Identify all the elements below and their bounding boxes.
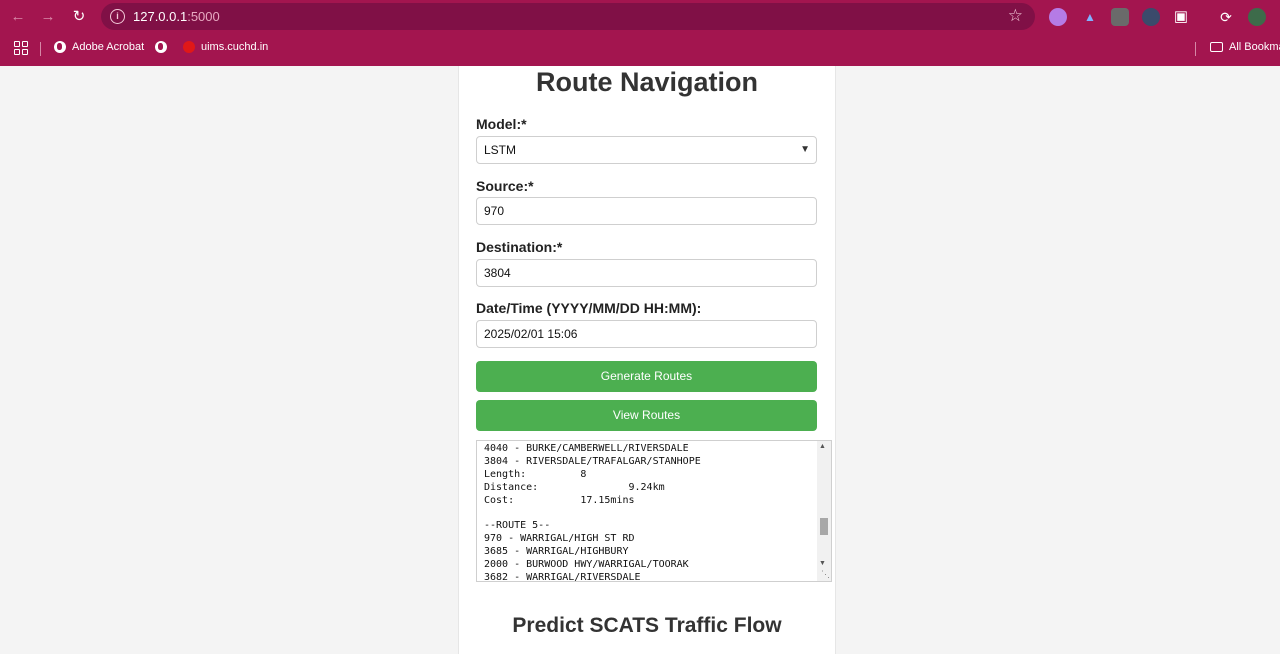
bookmarks-bar: Adobe Acrobat uims.cuchd.in All Bookma — [0, 33, 1280, 66]
chevron-down-icon: ▼ — [800, 144, 810, 155]
bookmark-uims[interactable]: uims.cuchd.in — [183, 41, 268, 53]
site-info-icon[interactable]: i — [110, 9, 125, 24]
browser-toolbar: ← → ↻ i 127.0.0.1:5000 ☆ ▲ ▣ ⟳ — [0, 0, 1280, 33]
page-title: Route Navigation — [535, 67, 758, 97]
bookmark-adobe-acrobat[interactable]: Adobe Acrobat — [54, 41, 144, 53]
view-routes-button[interactable]: View Routes — [476, 400, 817, 431]
sync-icon[interactable]: ⟳ — [1217, 8, 1235, 26]
reload-icon[interactable]: ↻ — [68, 6, 90, 28]
bookmarks-separator — [40, 42, 41, 56]
route-navigation-panel: Route Navigation Model:* LSTM ▼ Source:*… — [458, 66, 836, 654]
folder-icon — [1210, 42, 1223, 52]
globe-icon — [54, 41, 66, 53]
model-select[interactable]: LSTM ▼ — [476, 136, 817, 164]
apps-grid-icon[interactable] — [14, 41, 28, 55]
datetime-label: Date/Time (YYYY/MM/DD HH:MM): — [476, 300, 702, 316]
bookmark-star-icon[interactable]: ☆ — [1008, 6, 1023, 26]
extension-puzzle-cloud-icon[interactable] — [1049, 8, 1067, 26]
resize-grip-icon[interactable]: ⋱ — [821, 569, 830, 580]
model-label: Model:* — [476, 116, 527, 132]
extensions-icon[interactable]: ▣ — [1172, 8, 1190, 26]
routes-output-textarea[interactable]: 4040 - BURKE/CAMBERWELL/RIVERSDALE 3804 … — [476, 440, 832, 582]
source-label: Source:* — [476, 178, 534, 194]
section-title: Predict SCATS Traffic Flow — [512, 614, 782, 637]
bookmark-label: Adobe Acrobat — [72, 41, 145, 53]
scrollbar[interactable]: ▲ ▼ — [817, 441, 831, 581]
extension-box-icon[interactable] — [1111, 8, 1129, 26]
all-bookmarks-label: All Bookma — [1229, 41, 1280, 53]
source-input[interactable]: 970 — [476, 197, 817, 225]
bookmark-label: uims.cuchd.in — [201, 41, 269, 53]
datetime-input[interactable]: 2025/02/01 15:06 — [476, 320, 817, 348]
url-port: :5000 — [187, 9, 220, 24]
bookmark-globe[interactable] — [155, 41, 173, 53]
profile-avatar[interactable] — [1248, 8, 1266, 26]
address-bar[interactable]: i 127.0.0.1:5000 ☆ — [101, 3, 1035, 30]
scroll-down-icon[interactable]: ▼ — [819, 560, 826, 567]
url-text[interactable]: 127.0.0.1:5000 — [133, 9, 220, 24]
destination-label: Destination:* — [476, 239, 563, 255]
uims-favicon-icon — [183, 41, 195, 53]
extension-hat-icon[interactable]: ▲ — [1081, 8, 1099, 26]
extension-cursor-icon[interactable] — [1142, 8, 1160, 26]
browser-chrome: ← → ↻ i 127.0.0.1:5000 ☆ ▲ ▣ ⟳ Adobe Acr… — [0, 0, 1280, 66]
routes-output-text: 4040 - BURKE/CAMBERWELL/RIVERSDALE 3804 … — [484, 443, 701, 582]
generate-routes-button[interactable]: Generate Routes — [476, 361, 817, 392]
back-icon[interactable]: ← — [7, 6, 29, 28]
globe-icon — [155, 41, 167, 53]
bookmarks-separator — [1195, 42, 1196, 56]
scrollbar-thumb[interactable] — [820, 518, 828, 535]
all-bookmarks[interactable]: All Bookma — [1210, 41, 1280, 53]
destination-input[interactable]: 3804 — [476, 259, 817, 287]
forward-icon[interactable]: → — [37, 6, 59, 28]
url-host: 127.0.0.1 — [133, 9, 188, 24]
model-selected-value: LSTM — [484, 143, 517, 157]
scroll-up-icon[interactable]: ▲ — [819, 443, 826, 450]
